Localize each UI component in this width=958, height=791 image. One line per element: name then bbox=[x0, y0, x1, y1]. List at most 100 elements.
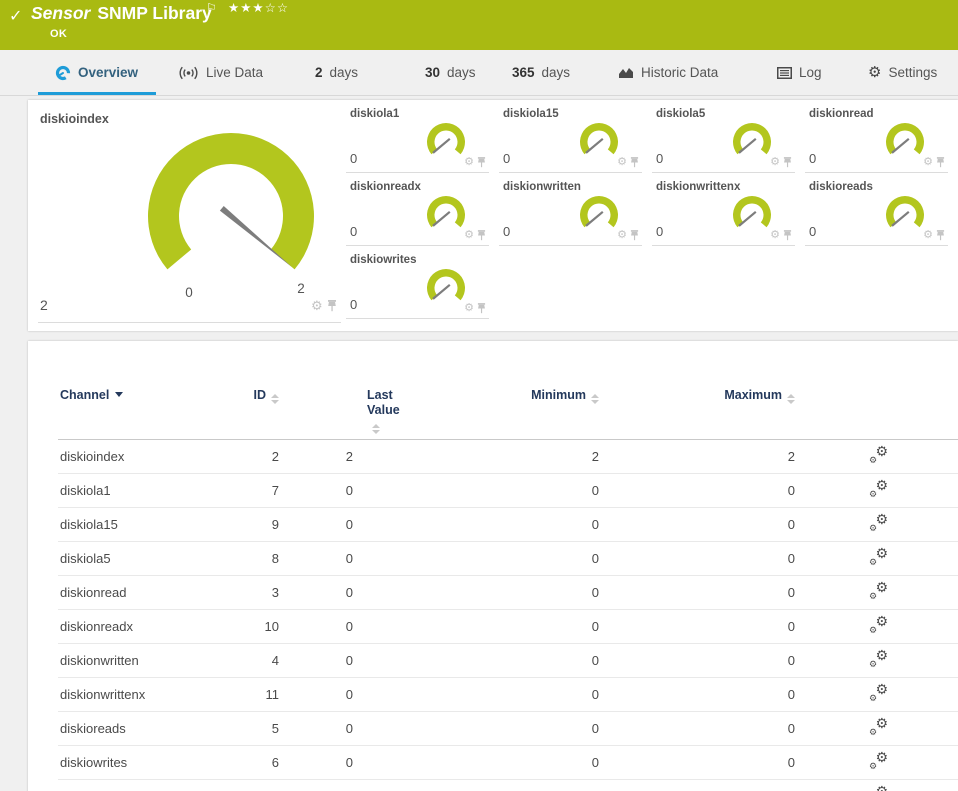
edit-channel-gears-icon[interactable]: ⚙ ⚙ bbox=[869, 580, 888, 601]
channel-last-value: 0 bbox=[283, 677, 357, 712]
edit-channel-gears-icon[interactable]: ⚙ ⚙ bbox=[869, 614, 888, 635]
tile-gear-icon[interactable]: ⚙ bbox=[770, 157, 780, 168]
gear-small-icon: ⚙ bbox=[869, 523, 878, 533]
tile-gear-icon[interactable]: ⚙ bbox=[464, 157, 474, 168]
channel-minimum: 0 bbox=[357, 575, 603, 610]
channel-last-value: 0 bbox=[283, 745, 357, 780]
tab-overview[interactable]: Overview bbox=[37, 50, 157, 95]
tab-365-days[interactable]: 365 days bbox=[512, 50, 570, 95]
column-header-last-value[interactable]: Last Value bbox=[283, 381, 400, 440]
tile-actions: ⚙ bbox=[770, 157, 792, 168]
edit-channel-gears-icon[interactable]: ⚙ ⚙ bbox=[869, 444, 888, 465]
gear-small-icon: ⚙ bbox=[869, 489, 878, 499]
tab-live-data[interactable]: Live Data bbox=[178, 50, 263, 95]
gauge-tile[interactable]: diskiola15 0 ⚙ bbox=[499, 100, 652, 173]
tile-gear-icon[interactable]: ⚙ bbox=[617, 230, 627, 241]
priority-stars[interactable]: ★★★☆☆ bbox=[228, 0, 289, 15]
pin-icon[interactable] bbox=[783, 230, 792, 241]
pin-icon[interactable] bbox=[477, 230, 486, 241]
tile-actions: ⚙ bbox=[617, 157, 639, 168]
channel-last-value: 0 bbox=[283, 473, 357, 508]
status-badge: OK bbox=[50, 28, 68, 40]
tile-gear-icon[interactable]: ⚙ bbox=[923, 157, 933, 168]
tile-gear-icon[interactable]: ⚙ bbox=[923, 230, 933, 241]
edit-channel-gears-icon[interactable]: ⚙ ⚙ bbox=[869, 478, 888, 499]
gear-large-icon: ⚙ bbox=[875, 715, 888, 731]
tab-historic-data[interactable]: Historic Data bbox=[618, 50, 718, 95]
gauge-tile[interactable]: diskiola1 0 ⚙ bbox=[346, 100, 499, 173]
mini-gauge bbox=[733, 123, 771, 155]
gear-small-icon: ⚙ bbox=[869, 761, 878, 771]
gauge-tile[interactable]: diskionwrittenx 0 ⚙ bbox=[652, 173, 805, 246]
tile-gear-icon[interactable]: ⚙ bbox=[311, 299, 323, 312]
pin-icon[interactable] bbox=[630, 157, 639, 168]
gauge-tile-title: diskionreadx bbox=[350, 181, 421, 193]
mini-gauge bbox=[580, 123, 618, 155]
pin-icon[interactable] bbox=[477, 157, 486, 168]
tile-actions: ⚙ bbox=[464, 230, 486, 241]
tab-2-days[interactable]: 2 days bbox=[315, 50, 358, 95]
gauge-tile[interactable]: diskionreadx 0 ⚙ bbox=[346, 173, 499, 246]
pin-icon[interactable] bbox=[936, 230, 945, 241]
column-header-channel[interactable]: Channel bbox=[58, 381, 215, 440]
pin-icon[interactable] bbox=[630, 230, 639, 241]
tab-settings[interactable]: ⚙ Settings bbox=[868, 50, 937, 95]
gauge-tile[interactable]: diskiowrites 0 ⚙ bbox=[346, 246, 499, 319]
column-header-maximum-label: Maximum bbox=[724, 388, 782, 402]
prtg-sensor-page: ✓ Sensor SNMP Library ⚐ ★★★☆☆ OK Overview… bbox=[0, 0, 958, 791]
channel-name: diskiola5 bbox=[58, 541, 215, 576]
channel-row: diskioreads 5 0 0 0 ⚙ ⚙ bbox=[58, 711, 958, 746]
channel-id: 4 bbox=[215, 643, 283, 678]
gauge-tile[interactable]: diskionread 0 ⚙ bbox=[805, 100, 958, 173]
edit-channel-gears-icon[interactable]: ⚙ ⚙ bbox=[869, 648, 888, 669]
channel-row: diskiowrites 6 0 0 0 ⚙ ⚙ bbox=[58, 745, 958, 780]
edit-channel-gears-icon[interactable]: ⚙ ⚙ bbox=[869, 715, 888, 737]
mini-gauge bbox=[886, 196, 924, 228]
column-header-id[interactable]: ID bbox=[215, 381, 283, 440]
mini-gauge bbox=[427, 196, 465, 228]
gauge-tile-value: 0 bbox=[503, 151, 511, 166]
channel-id: 7 bbox=[215, 473, 283, 508]
tab-log[interactable]: Log bbox=[777, 50, 822, 95]
pin-icon[interactable] bbox=[477, 303, 486, 314]
gauge-tile[interactable]: diskioreads 0 ⚙ bbox=[805, 173, 958, 246]
edit-channel-gears-icon[interactable]: ⚙ ⚙ bbox=[869, 511, 888, 533]
tile-gear-icon[interactable]: ⚙ bbox=[464, 230, 474, 241]
tile-gear-icon[interactable]: ⚙ bbox=[770, 230, 780, 241]
pin-icon[interactable] bbox=[327, 299, 337, 312]
pin-icon[interactable] bbox=[783, 157, 792, 168]
edit-channel-gears-icon[interactable]: ⚙ ⚙ bbox=[869, 682, 888, 703]
sort-caret-down-icon bbox=[115, 392, 124, 397]
small-gauge-grid: diskiola1 0 ⚙ diskiola15 0 ⚙ diskiola5 0… bbox=[346, 100, 958, 331]
edit-channel-gears-icon[interactable]: ⚙ ⚙ bbox=[869, 784, 888, 791]
column-header-channel-label: Channel bbox=[60, 388, 110, 402]
gear-large-icon: ⚙ bbox=[875, 511, 888, 527]
main-gauge-value: 2 bbox=[40, 297, 48, 313]
channel-maximum: 0 bbox=[603, 711, 799, 746]
gauge-tile-value: 0 bbox=[350, 297, 358, 312]
tile-gear-icon[interactable]: ⚙ bbox=[617, 157, 627, 168]
channel-row: Downtime -4 ⚙ ⚙ bbox=[58, 779, 958, 791]
pin-icon[interactable] bbox=[936, 157, 945, 168]
flag-icon[interactable]: ⚐ bbox=[206, 1, 217, 15]
tile-gear-icon[interactable]: ⚙ bbox=[464, 303, 474, 314]
column-header-maximum[interactable]: Maximum bbox=[603, 381, 799, 440]
channel-maximum: 0 bbox=[603, 745, 799, 780]
gauge-tile-value: 0 bbox=[809, 224, 817, 239]
channel-row: diskionwrittenx 11 0 0 0 ⚙ ⚙ bbox=[58, 677, 958, 712]
tab-30-days[interactable]: 30 days bbox=[425, 50, 476, 95]
tile-actions: ⚙ bbox=[770, 230, 792, 241]
column-header-last-label: Last bbox=[367, 388, 393, 402]
main-gauge-min-label: 0 bbox=[185, 285, 193, 300]
column-header-value-label: Value bbox=[367, 403, 400, 417]
channel-name: diskioreads bbox=[58, 711, 215, 746]
gauge-tile[interactable]: diskionwritten 0 ⚙ bbox=[499, 173, 652, 246]
edit-channel-gears-icon[interactable]: ⚙ ⚙ bbox=[869, 750, 888, 771]
gauge-tile[interactable]: diskiola5 0 ⚙ bbox=[652, 100, 805, 173]
channel-id: 9 bbox=[215, 507, 283, 542]
channel-id: 10 bbox=[215, 609, 283, 644]
edit-channel-gears-icon[interactable]: ⚙ ⚙ bbox=[869, 546, 888, 567]
channel-row: diskionwritten 4 0 0 0 ⚙ ⚙ bbox=[58, 643, 958, 678]
channel-maximum: 0 bbox=[603, 609, 799, 644]
channel-maximum bbox=[603, 779, 799, 791]
